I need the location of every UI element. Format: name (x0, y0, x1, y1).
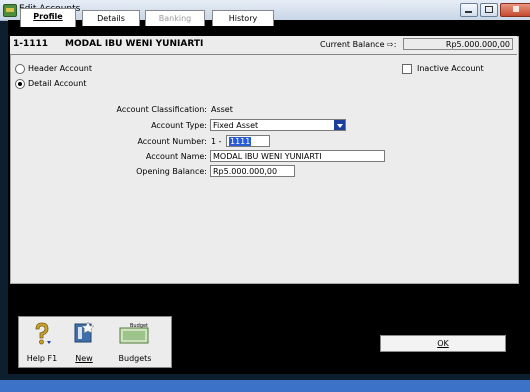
current-balance-value: Rp5.000.000,00 (403, 38, 513, 50)
help-icon (35, 322, 51, 345)
app-icon (3, 4, 17, 17)
opening-balance-input[interactable]: Rp5.000.000,00 (210, 165, 295, 177)
new-icon (74, 321, 95, 343)
tab-details-label: Details (97, 14, 125, 23)
bottom-toolbar: Help F1 New Budget Budgets (18, 316, 172, 368)
account-type-select[interactable]: Fixed Asset (210, 119, 346, 131)
tab-details[interactable]: Details (82, 10, 140, 26)
account-number-display: 1-1111 (13, 39, 49, 49)
edit-accounts-window: Edit Accounts Profile Details Banking Hi… (0, 0, 530, 392)
account-number-label: Account Number: (137, 137, 207, 146)
tab-profile-label: Profile (33, 12, 63, 21)
account-header: 1-1111 MODAL IBU WENI YUNIARTI Current B… (10, 36, 517, 55)
header-account-label: Header Account (28, 64, 92, 73)
chevron-down-icon[interactable] (334, 120, 345, 130)
current-balance-label: Current Balance ⇨: (320, 40, 397, 49)
tab-history[interactable]: History (212, 10, 274, 26)
maximize-button[interactable] (480, 3, 498, 17)
account-name-value: MODAL IBU WENI YUNIARTI (213, 152, 322, 161)
tab-banking-label: Banking (158, 14, 192, 23)
tab-profile[interactable]: Profile (20, 8, 76, 27)
minimize-button[interactable] (460, 3, 478, 17)
account-number-prefix: 1 - (211, 137, 222, 146)
tab-history-label: History (228, 14, 258, 23)
status-bar (0, 380, 530, 392)
budgets-button[interactable]: Budget Budgets (111, 317, 159, 367)
ok-label: OK (437, 339, 449, 348)
account-number-input[interactable]: 1111 (226, 135, 270, 147)
account-type-value: Fixed Asset (213, 121, 259, 130)
profile-panel: Header Account Detail Account Inactive A… (10, 36, 519, 284)
account-name-input[interactable]: MODAL IBU WENI YUNIARTI (210, 150, 385, 162)
close-button[interactable] (500, 3, 530, 17)
account-name-display: MODAL IBU WENI YUNIARTI (65, 39, 204, 49)
ok-button[interactable]: OK (380, 335, 506, 352)
budgets-label: Budgets (118, 354, 152, 363)
budgets-icon: Budget (119, 323, 149, 344)
classification-value: Asset (211, 105, 233, 114)
account-type-label: Account Type: (151, 121, 207, 130)
budgets-icon-text: Budget (130, 323, 148, 329)
header-account-radio[interactable] (15, 64, 25, 74)
new-button[interactable]: New (65, 317, 103, 367)
help-button[interactable]: Help F1 (23, 317, 61, 367)
opening-balance-value: Rp5.000.000,00 (213, 167, 278, 176)
opening-balance-label: Opening Balance: (136, 167, 207, 176)
new-label: New (75, 354, 93, 363)
account-number-value: 1111 (229, 137, 252, 146)
account-name-label: Account Name: (145, 152, 207, 161)
tab-banking: Banking (145, 10, 205, 26)
help-label: Help F1 (26, 354, 58, 363)
inactive-account-label: Inactive Account (417, 64, 484, 73)
classification-label: Account Classification: (116, 105, 207, 114)
detail-account-label: Detail Account (28, 79, 87, 88)
inactive-account-checkbox[interactable] (402, 64, 412, 74)
detail-account-radio[interactable] (15, 79, 25, 89)
